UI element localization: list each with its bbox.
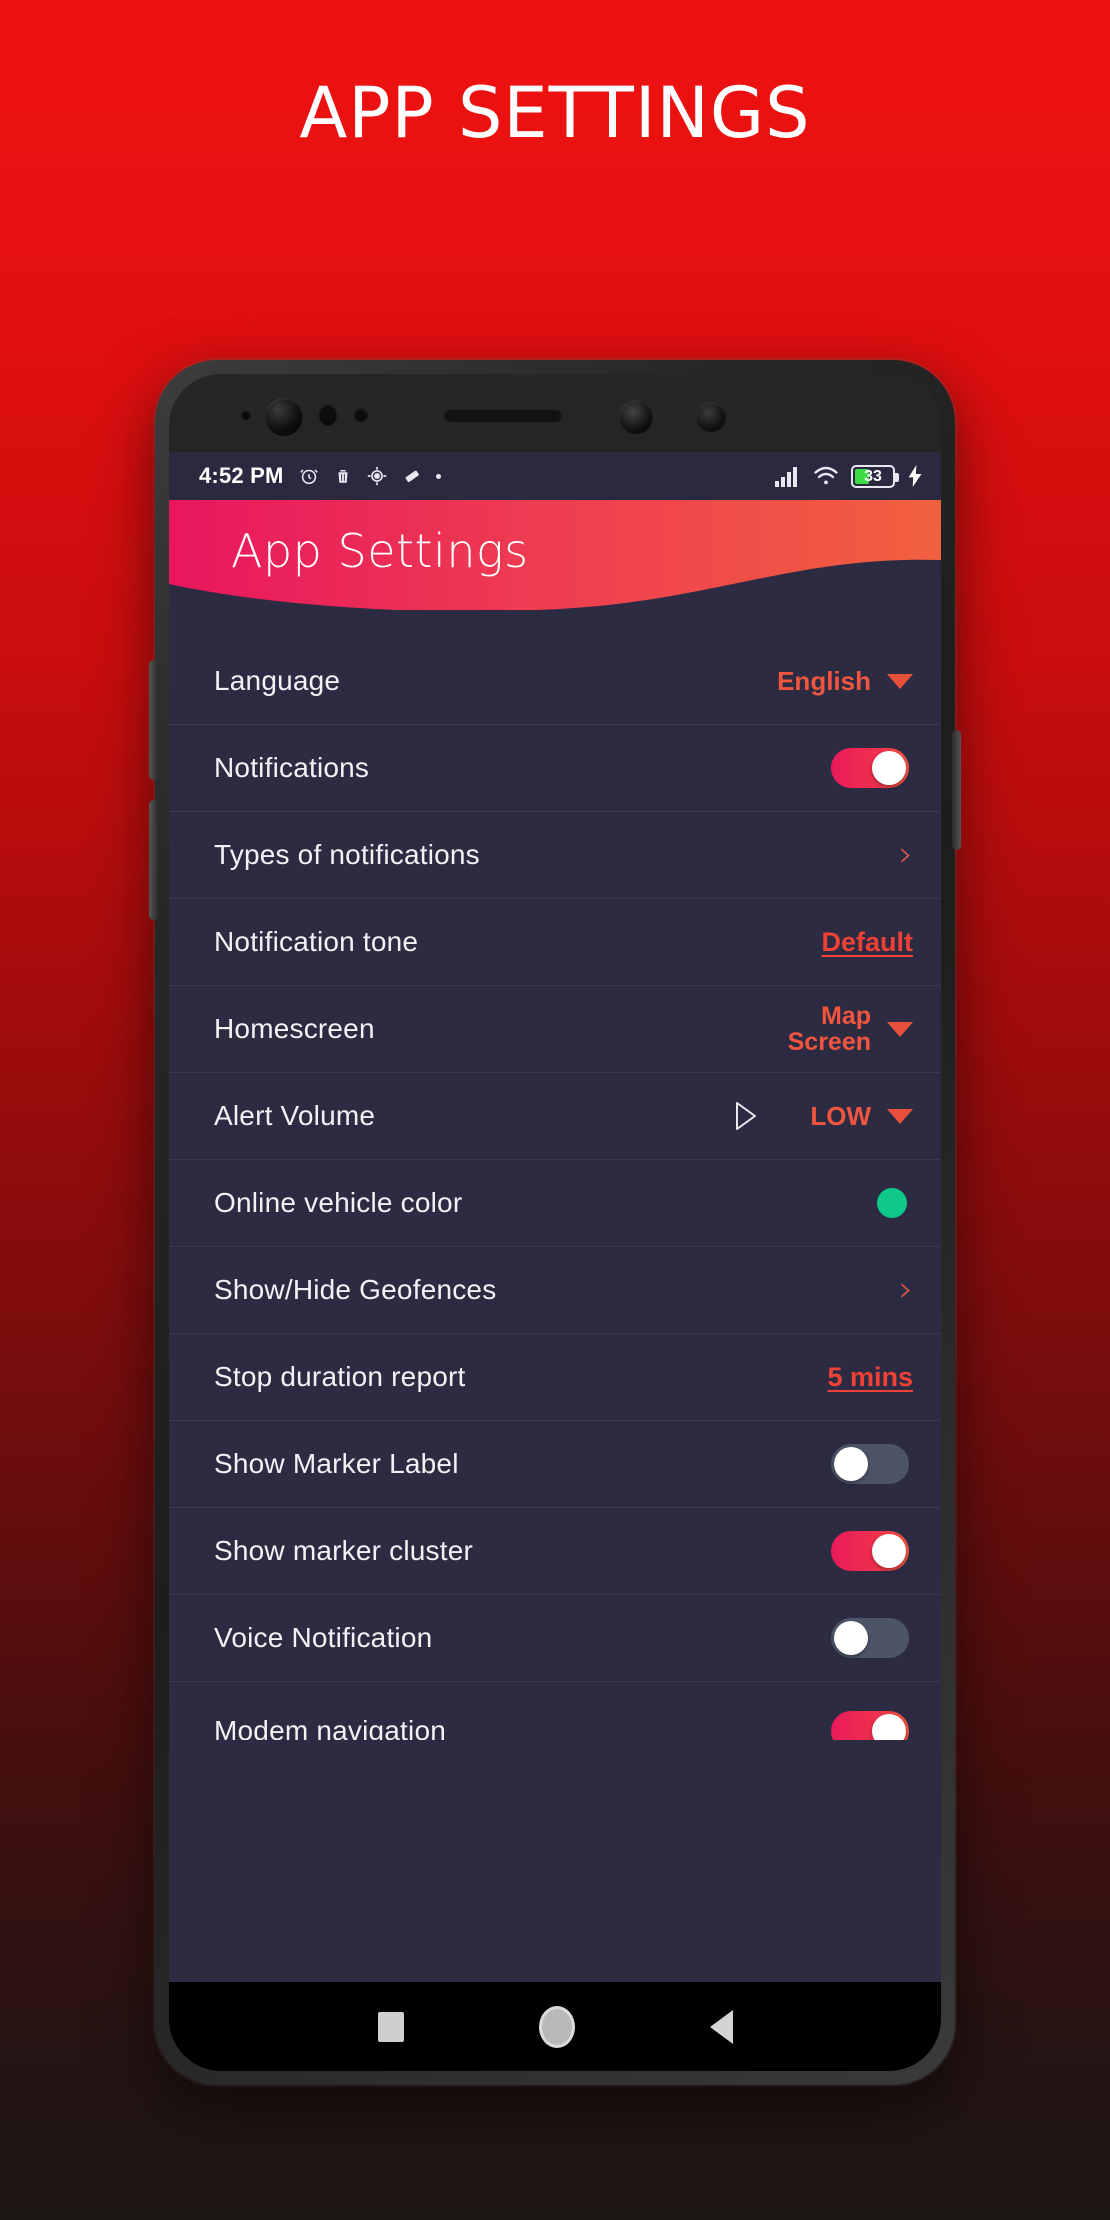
settings-row-show-marker-label[interactable]: Show Marker Label <box>169 1421 941 1508</box>
row-control[interactable]: Map Screen <box>788 1003 913 1056</box>
trash-icon <box>334 466 352 486</box>
sensor-dot-icon <box>241 410 251 420</box>
proximity-sensor-icon <box>319 404 337 426</box>
wifi-icon <box>813 466 839 486</box>
row-label: Types of notifications <box>214 839 480 870</box>
eraser-icon <box>402 466 422 486</box>
battery-percent: 33 <box>864 467 882 485</box>
volume-down-button[interactable] <box>149 800 158 920</box>
chevron-down-icon[interactable] <box>887 673 913 689</box>
volume-up-button[interactable] <box>149 660 158 780</box>
show-marker-cluster-toggle[interactable] <box>831 1531 909 1571</box>
light-sensor-icon <box>354 408 368 422</box>
row-label: Online vehicle color <box>214 1187 463 1218</box>
toggle-knob <box>872 1714 906 1740</box>
row-label: Notification tone <box>214 926 419 957</box>
row-label: Notifications <box>214 752 370 783</box>
row-control[interactable] <box>831 1531 913 1571</box>
alarm-clock-icon <box>298 465 320 487</box>
status-bar-clock: 4:52 PM <box>199 463 284 488</box>
earpiece-speaker-icon <box>444 409 562 422</box>
lightning-bolt-icon <box>907 465 923 487</box>
signal-bars-icon <box>775 466 801 487</box>
settings-row-voice-notification[interactable]: Voice Notification <box>169 1595 941 1682</box>
android-navigation-bar <box>169 1982 941 2071</box>
settings-row-show-marker-cluster[interactable]: Show marker cluster <box>169 1508 941 1595</box>
chevron-down-icon[interactable] <box>887 1108 913 1124</box>
homescreen-value-line1: Map <box>821 1001 871 1030</box>
phone-device: 4:52 PM 33 App Settings Language English… <box>149 360 961 2085</box>
settings-row-alert-volume[interactable]: Alert Volume LOW <box>169 1073 941 1160</box>
iris-scanner-icon <box>619 400 653 434</box>
settings-row-notification-tone[interactable]: Notification tone Default <box>169 899 941 986</box>
app-header: App Settings <box>169 498 941 612</box>
app-header-title: App Settings <box>231 524 529 578</box>
stop-duration-value[interactable]: 5 mins <box>827 1362 913 1393</box>
row-control[interactable] <box>877 1188 913 1218</box>
row-label: Stop duration report <box>214 1361 466 1392</box>
settings-row-show-hide-geofences[interactable]: Show/Hide Geofences › <box>169 1247 941 1334</box>
toggle-knob <box>834 1447 868 1481</box>
notifications-toggle[interactable] <box>831 748 909 788</box>
toggle-knob <box>834 1621 868 1655</box>
app-screen: 4:52 PM 33 App Settings Language English… <box>169 452 941 1982</box>
row-control[interactable]: English <box>777 666 913 697</box>
row-label: Alert Volume <box>214 1100 376 1131</box>
page-title: APP SETTINGS <box>299 72 811 154</box>
home-circle-icon[interactable] <box>538 2005 575 2048</box>
settings-row-stop-duration-report[interactable]: Stop duration report 5 mins <box>169 1334 941 1421</box>
row-label: Show/Hide Geofences <box>214 1274 497 1305</box>
row-control[interactable]: LOW <box>734 1101 913 1132</box>
language-value: English <box>777 665 871 696</box>
row-control[interactable]: › <box>899 837 913 873</box>
toggle-knob <box>872 1534 906 1568</box>
row-control[interactable]: Default <box>821 927 913 958</box>
settings-row-notifications[interactable]: Notifications <box>169 725 941 812</box>
settings-row-types-of-notifications[interactable]: Types of notifications › <box>169 812 941 899</box>
status-bar-right: 33 <box>775 464 923 488</box>
settings-row-online-vehicle-color[interactable]: Online vehicle color <box>169 1160 941 1247</box>
play-icon[interactable] <box>734 1101 758 1131</box>
row-control[interactable] <box>831 1618 913 1658</box>
row-label: Voice Notification <box>214 1622 433 1653</box>
status-bar: 4:52 PM 33 <box>169 452 941 500</box>
voice-notification-toggle[interactable] <box>831 1618 909 1658</box>
phone-screen-bezel: 4:52 PM 33 App Settings Language English… <box>169 374 941 2071</box>
row-label: Show marker cluster <box>214 1535 473 1566</box>
row-control[interactable] <box>831 1691 913 1740</box>
row-label: Show Marker Label <box>214 1448 459 1479</box>
alert-volume-value: LOW <box>810 1100 871 1131</box>
phone-top-bezel <box>169 374 941 452</box>
back-triangle-icon[interactable] <box>709 2009 733 2044</box>
row-label: Language <box>214 665 341 696</box>
row-control[interactable] <box>831 748 913 788</box>
color-swatch-icon[interactable] <box>877 1188 907 1218</box>
row-control[interactable] <box>831 1444 913 1484</box>
settings-list: Language English Notifications Types of … <box>169 610 941 1740</box>
secondary-camera-icon <box>696 402 726 432</box>
settings-row-language[interactable]: Language English <box>169 638 941 725</box>
status-bar-left: 4:52 PM <box>199 463 441 489</box>
row-control[interactable]: 5 mins <box>827 1362 913 1393</box>
chevron-down-icon[interactable] <box>887 1021 913 1037</box>
homescreen-value-line2: Screen <box>787 1028 871 1056</box>
toggle-knob <box>872 751 906 785</box>
chevron-right-icon[interactable]: › <box>899 1272 913 1308</box>
modem-navigation-toggle[interactable] <box>831 1711 909 1740</box>
power-button[interactable] <box>952 730 961 850</box>
settings-row-homescreen[interactable]: Homescreen Map Screen <box>169 986 941 1073</box>
row-control[interactable]: › <box>899 1272 913 1308</box>
row-label: Homescreen <box>214 1013 375 1044</box>
chevron-right-icon[interactable]: › <box>899 837 913 873</box>
show-marker-label-toggle[interactable] <box>831 1444 909 1484</box>
settings-row-modem-navigation[interactable]: Modem navigation <box>169 1682 941 1740</box>
location-target-icon <box>366 465 388 487</box>
homescreen-value: Map Screen <box>788 1003 871 1056</box>
recents-square-icon[interactable] <box>377 2011 404 2042</box>
tiny-dot-icon <box>435 473 441 479</box>
notification-tone-value[interactable]: Default <box>821 927 913 958</box>
front-camera-icon <box>265 398 303 436</box>
battery-icon: 33 <box>851 464 899 488</box>
row-label: Modem navigation <box>214 1715 446 1740</box>
